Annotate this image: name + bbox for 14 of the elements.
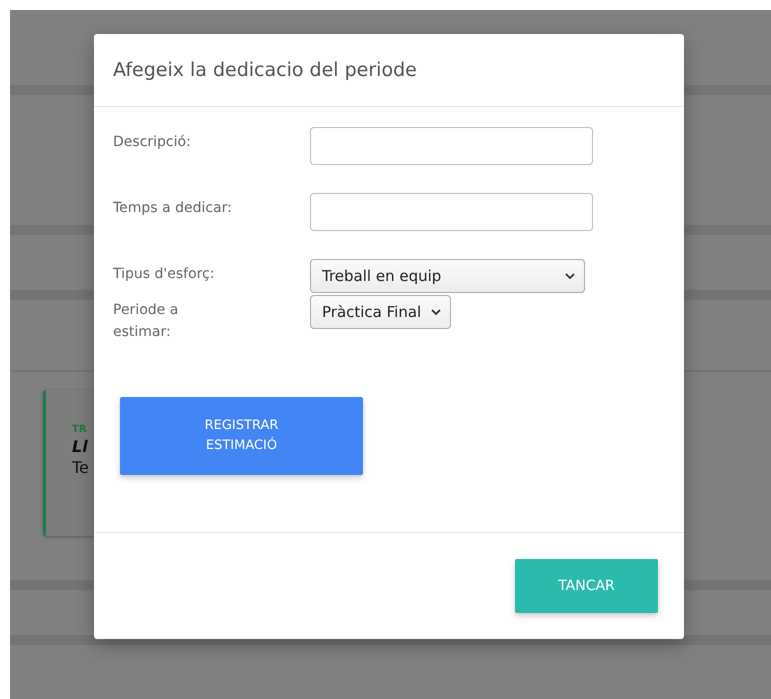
field-label: Tipus d'esforç: [113, 265, 216, 284]
card-text: Te [72, 458, 90, 477]
dialog-title: Afegeix la dedicacio del periode [113, 59, 417, 81]
submit-button[interactable]: REGISTRAR ESTIMACIÓ [120, 397, 363, 475]
input-field[interactable] [310, 193, 593, 231]
field-label: Descripció: [113, 133, 192, 152]
card-title: Ll [72, 437, 89, 456]
caret-icon [565, 272, 575, 280]
caret-icon [431, 308, 442, 316]
dropdown[interactable]: Pràctica Final [310, 295, 452, 329]
field-label: Temps a dedicar: [113, 199, 233, 218]
dropdown[interactable]: Treball en equip [310, 259, 585, 293]
input-field[interactable] [310, 127, 593, 165]
field-label: Periode a estimar: [113, 301, 180, 342]
